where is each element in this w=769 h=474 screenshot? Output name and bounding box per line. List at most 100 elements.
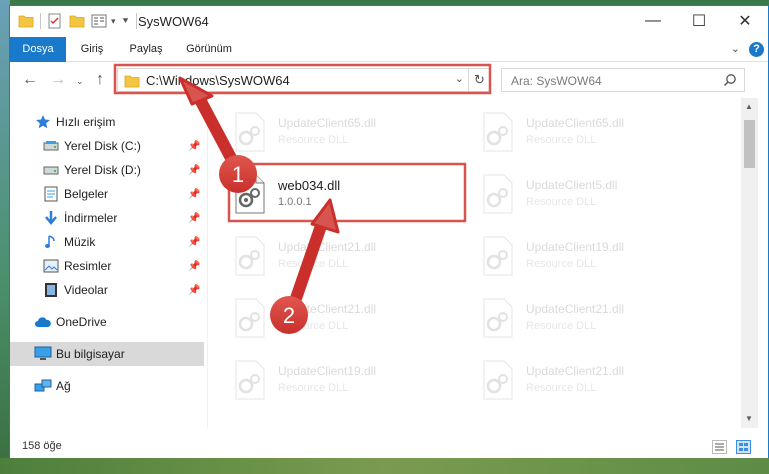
sidebar-item-this-pc[interactable]: Bu bilgisayar	[10, 342, 204, 366]
file-list: UpdateClient65.dll Resource DLL UpdateCl…	[208, 98, 740, 428]
sidebar-item-network[interactable]: Ağ	[10, 374, 204, 398]
customize-dropdown-icon[interactable]: ⯆	[122, 16, 130, 27]
window-title: SysWOW64	[138, 14, 209, 29]
scrollbar-thumb[interactable]	[744, 120, 755, 168]
vertical-scrollbar[interactable]: ▲ ▼	[741, 98, 758, 428]
properties-icon[interactable]	[47, 13, 63, 29]
tab-share[interactable]: Paylaş	[120, 37, 172, 62]
details-view-button[interactable]	[712, 440, 727, 454]
new-folder-icon[interactable]	[69, 14, 85, 28]
sidebar-item-label: İndirmeler	[64, 211, 118, 225]
file-tile[interactable]: UpdateClient21.dll Resource DLL	[456, 288, 696, 344]
file-type: Resource DLL	[278, 382, 349, 394]
search-input[interactable]: Ara: SysWOW64	[501, 68, 745, 92]
separator	[40, 13, 41, 29]
sidebar-item-videos[interactable]: Videolar 📌	[10, 278, 204, 302]
scroll-up-icon[interactable]: ▲	[745, 102, 753, 111]
file-tile[interactable]: UpdateClient65.dll Resource DLL	[208, 102, 448, 158]
pin-icon[interactable]: 📌	[188, 141, 200, 152]
sidebar-item-label: Belgeler	[64, 187, 109, 201]
expand-ribbon-icon[interactable]: ⌄	[731, 42, 740, 55]
dll-file-icon	[235, 298, 265, 338]
tiles-view-button[interactable]	[736, 440, 751, 454]
pin-icon[interactable]: 📌	[188, 285, 200, 296]
file-tile[interactable]: UpdateClient65.dll Resource DLL	[456, 102, 696, 158]
pin-icon[interactable]: 📌	[188, 261, 200, 272]
tab-file[interactable]: Dosya	[10, 37, 66, 62]
forward-arrow-icon[interactable]: →	[50, 71, 66, 89]
file-type: Resource DLL	[526, 382, 597, 394]
up-arrow-icon[interactable]: ↑	[96, 71, 104, 89]
dll-file-icon	[483, 360, 513, 400]
status-bar: 158 öğe	[10, 436, 768, 458]
tab-view[interactable]: Görünüm	[178, 37, 240, 62]
chevron-down-icon[interactable]: ▾	[111, 16, 116, 27]
desktop-background-bottom	[0, 458, 769, 474]
details-view-icon	[715, 443, 724, 451]
file-tile[interactable]: UpdateClient21.dll Resource DLL	[208, 226, 448, 282]
address-path: C:\Windows\SysWOW64	[146, 73, 290, 88]
file-type: Resource DLL	[526, 196, 597, 208]
minimize-button[interactable]: —	[630, 6, 676, 36]
file-tile[interactable]: UpdateClient19.dll Resource DLL	[208, 350, 448, 406]
pin-icon[interactable]: 📌	[188, 165, 200, 176]
file-tile[interactable]: UpdateClient21.dll Resource DLL	[456, 350, 696, 406]
scroll-down-icon[interactable]: ▼	[745, 414, 753, 423]
sidebar-item-label: Yerel Disk (D:)	[64, 163, 141, 177]
tab-home[interactable]: Giriş	[72, 37, 112, 62]
file-tile[interactable]: UpdateClient5.dll Resource DLL	[456, 164, 696, 220]
pin-icon[interactable]: 📌	[188, 237, 200, 248]
pin-icon[interactable]: 📌	[188, 189, 200, 200]
file-name: UpdateClient21.dll	[526, 302, 625, 316]
ribbon-tabs: Dosya Giriş Paylaş Görünüm ⌄ ?	[10, 37, 768, 62]
sidebar-item-label: Bu bilgisayar	[56, 347, 125, 361]
file-tile[interactable]: UpdateClient21.dll Resource DLL	[208, 288, 448, 344]
sidebar-item-local-disk-d[interactable]: Yerel Disk (D:) 📌	[10, 158, 204, 182]
navigation-pane: Hızlı erişim Yerel Disk (C:) 📌 Yerel Dis…	[10, 98, 206, 428]
back-arrow-icon[interactable]: ←	[22, 71, 38, 89]
navigation-bar: ← → ⌄ ↑ C:\Windows\SysWOW64 ⌄ ↻ Ara: Sys…	[10, 63, 768, 97]
sidebar-item-onedrive[interactable]: OneDrive	[10, 310, 204, 334]
sidebar-item-label: OneDrive	[56, 315, 107, 329]
pictures-icon	[42, 257, 60, 275]
search-icon[interactable]	[723, 73, 737, 87]
computer-icon	[34, 345, 52, 363]
sidebar-item-local-disk-c[interactable]: Yerel Disk (C:) 📌	[10, 134, 204, 158]
folder-icon	[124, 75, 140, 88]
close-button[interactable]: ✕	[722, 6, 768, 36]
refresh-icon[interactable]: ↻	[468, 69, 490, 91]
maximize-button[interactable]: ☐	[676, 6, 722, 36]
star-icon	[34, 113, 52, 131]
dll-file-icon	[235, 112, 265, 152]
file-type: Resource DLL	[526, 258, 597, 270]
file-name: UpdateClient65.dll	[278, 116, 377, 130]
sidebar-item-label: Ağ	[56, 379, 71, 393]
file-name: UpdateClient19.dll	[526, 240, 625, 254]
help-button[interactable]: ?	[749, 42, 764, 57]
file-tile[interactable]: UpdateClient19.dll Resource DLL	[456, 226, 696, 282]
file-tile-web034[interactable]: web034.dll 1.0.0.1	[208, 164, 448, 220]
sidebar-item-music[interactable]: Müzik 📌	[10, 230, 204, 254]
file-type: Resource DLL	[278, 258, 349, 270]
sidebar-item-pictures[interactable]: Resimler 📌	[10, 254, 204, 278]
file-type: Resource DLL	[526, 320, 597, 332]
sidebar-item-label: Müzik	[64, 235, 96, 249]
chevron-down-icon[interactable]: ⌄	[455, 72, 464, 85]
cloud-icon	[34, 313, 52, 331]
dll-file-icon	[483, 298, 513, 338]
sidebar-item-quick-access[interactable]: Hızlı erişim	[10, 110, 204, 134]
file-type: Resource DLL	[278, 134, 349, 146]
search-placeholder: Ara: SysWOW64	[511, 74, 602, 88]
network-icon	[34, 377, 52, 395]
pin-icon[interactable]: 📌	[188, 213, 200, 224]
dll-file-icon	[483, 174, 513, 214]
file-name: UpdateClient21.dll	[278, 302, 377, 316]
sidebar-item-documents[interactable]: Belgeler 📌	[10, 182, 204, 206]
sidebar-item-downloads[interactable]: İndirmeler 📌	[10, 206, 204, 230]
customize-icon[interactable]	[91, 14, 109, 28]
item-count: 158 öğe	[22, 440, 62, 452]
address-bar[interactable]: C:\Windows\SysWOW64 ⌄ ↻	[117, 68, 491, 92]
sidebar-item-label: Resimler	[64, 259, 112, 273]
recent-locations-icon[interactable]: ⌄	[76, 76, 84, 87]
file-name: UpdateClient19.dll	[278, 364, 377, 378]
